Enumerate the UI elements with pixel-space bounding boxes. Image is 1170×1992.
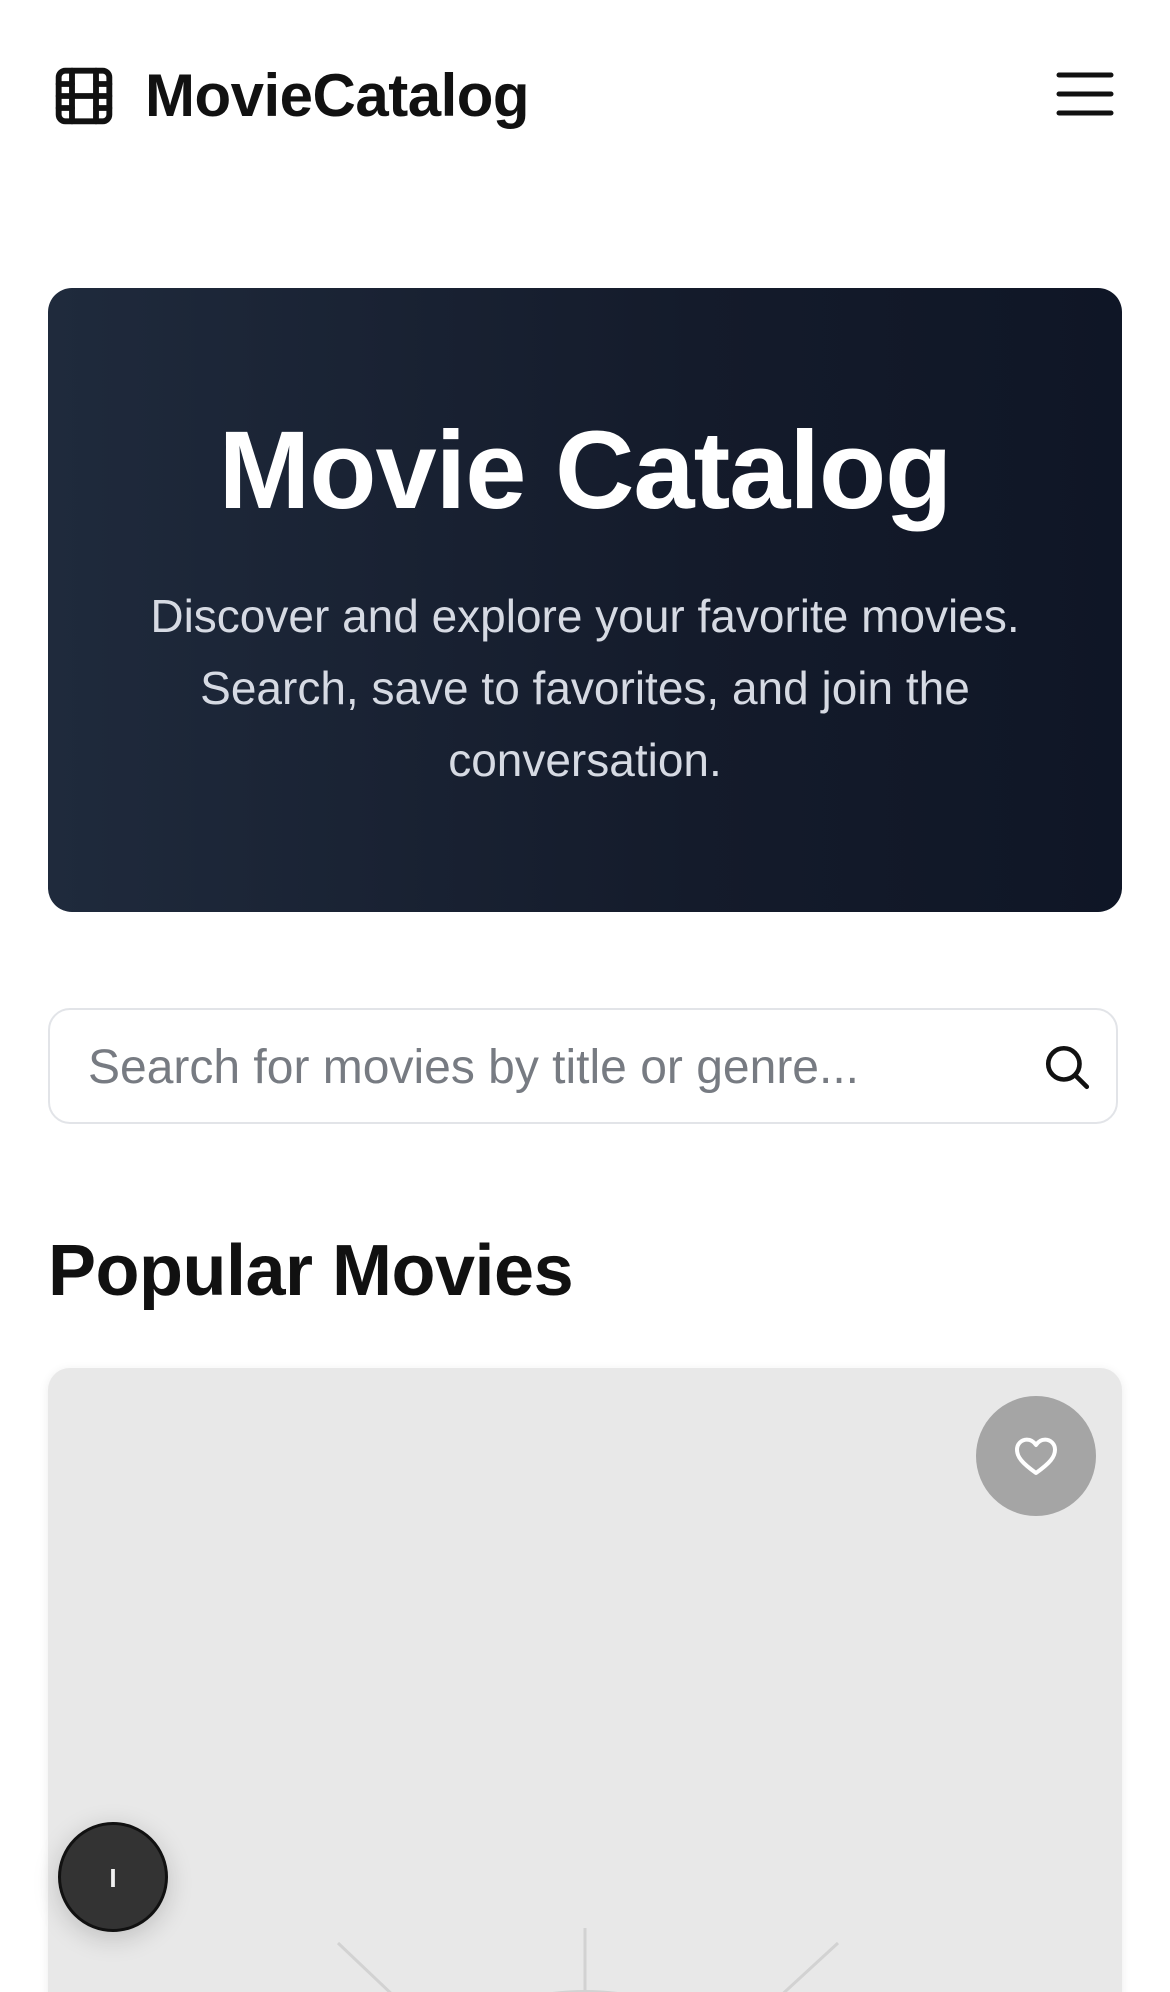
search-input[interactable] (86, 1030, 970, 1104)
search-icon[interactable] (1042, 1042, 1092, 1092)
hero-subtitle: Discover and explore your favorite movie… (150, 590, 1020, 786)
page: MovieCatalog Movie Catalog Discover and … (0, 0, 1170, 1992)
favorite-button[interactable] (976, 1396, 1096, 1516)
hero-banner: Movie Catalog Discover and explore your … (48, 288, 1122, 912)
search-bar (48, 1008, 1118, 1124)
floating-action-button[interactable]: I (58, 1822, 168, 1932)
poster-placeholder-icon (336, 1928, 840, 1992)
hero-title: Movie Catalog (218, 409, 953, 532)
movie-card[interactable] (48, 1368, 1122, 1992)
heart-icon (1015, 1437, 1057, 1475)
film-icon (55, 67, 113, 125)
popular-movies-heading: Popular Movies (48, 1231, 574, 1311)
brand-name[interactable]: MovieCatalog (145, 60, 530, 132)
hamburger-menu-icon[interactable] (1056, 68, 1114, 120)
floating-button-label: I (109, 1863, 117, 1893)
top-nav: MovieCatalog (0, 0, 1170, 190)
